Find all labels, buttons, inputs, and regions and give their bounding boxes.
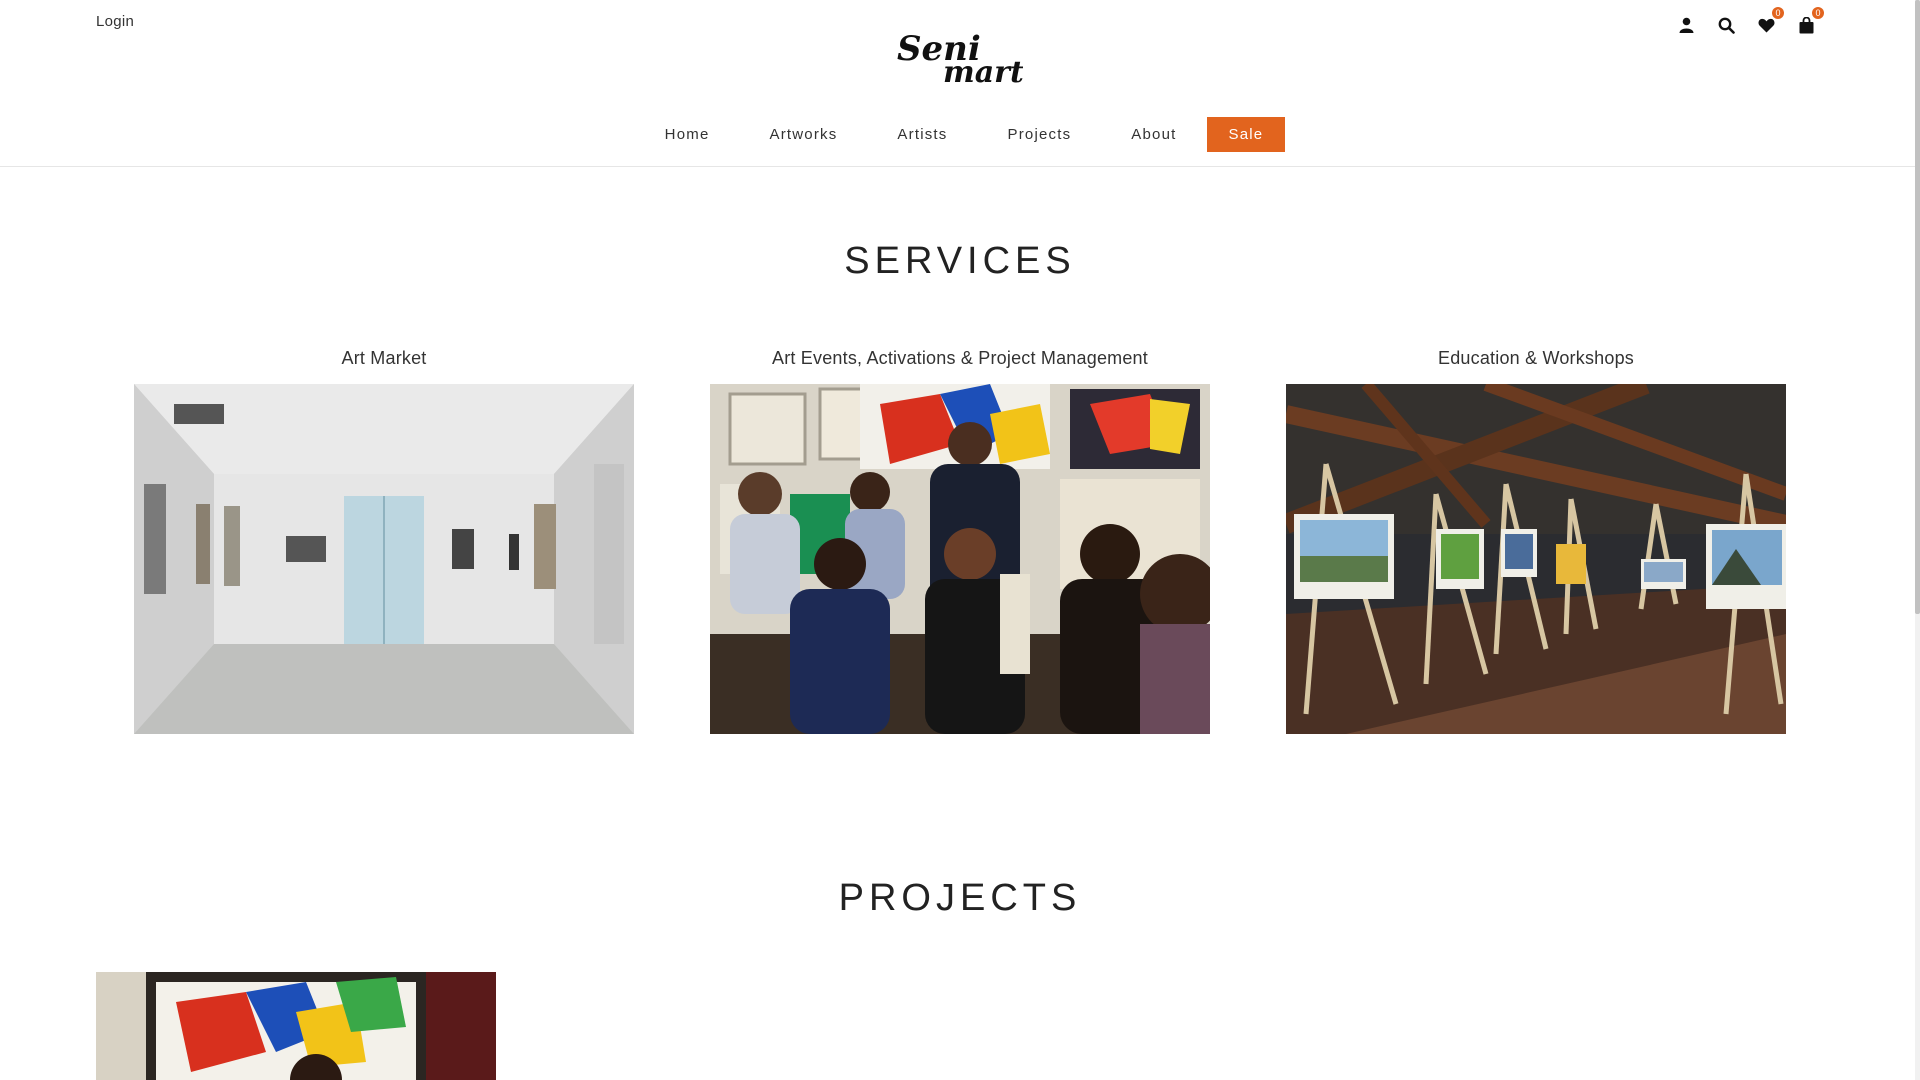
- service-card-image-art-events[interactable]: [710, 384, 1210, 734]
- service-card-image-art-market[interactable]: [134, 384, 634, 734]
- search-button[interactable]: [1706, 14, 1746, 36]
- nav-item-projects[interactable]: Projects: [1008, 126, 1072, 143]
- heart-icon: [1758, 18, 1774, 32]
- scrollbar-thumb[interactable]: [1915, 0, 1920, 614]
- services-heading: SERVICES: [844, 240, 1076, 282]
- wishlist-button[interactable]: 0: [1746, 7, 1786, 36]
- bag-icon: [1799, 16, 1813, 33]
- cart-count-badge: 0: [1812, 7, 1824, 19]
- page-scrollbar[interactable]: [1915, 0, 1920, 1080]
- nav-item-sale[interactable]: Sale: [1206, 117, 1286, 152]
- nav-item-about[interactable]: About: [1131, 126, 1176, 143]
- search-icon: [1718, 17, 1735, 34]
- nav-item-home[interactable]: Home: [665, 126, 710, 143]
- site-logo[interactable]: Seni mart: [893, 22, 1023, 88]
- account-button[interactable]: [1666, 14, 1706, 36]
- service-card-title-art-events[interactable]: Art Events, Activations & Project Manage…: [710, 348, 1210, 369]
- logo-text-mart: mart: [943, 55, 1023, 88]
- login-link[interactable]: Login: [96, 13, 134, 30]
- nav-item-artworks[interactable]: Artworks: [769, 126, 837, 143]
- service-card-image-education[interactable]: [1286, 384, 1786, 734]
- cart-button[interactable]: 0: [1786, 7, 1826, 36]
- wishlist-count-badge: 0: [1772, 7, 1784, 19]
- header-icons: 0 0: [1666, 7, 1826, 36]
- main-nav: Home Artworks Artists Projects About Sal…: [0, 117, 1920, 152]
- projects-heading: PROJECTS: [838, 877, 1082, 919]
- user-icon: [1679, 17, 1693, 33]
- nav-item-artists[interactable]: Artists: [897, 126, 947, 143]
- service-card-title-education[interactable]: Education & Workshops: [1286, 348, 1786, 369]
- site-header: Login Seni mart 0 0 Home Artworks Artist…: [0, 0, 1920, 167]
- project-card-image[interactable]: [96, 972, 496, 1080]
- service-card-title-art-market[interactable]: Art Market: [134, 348, 634, 369]
